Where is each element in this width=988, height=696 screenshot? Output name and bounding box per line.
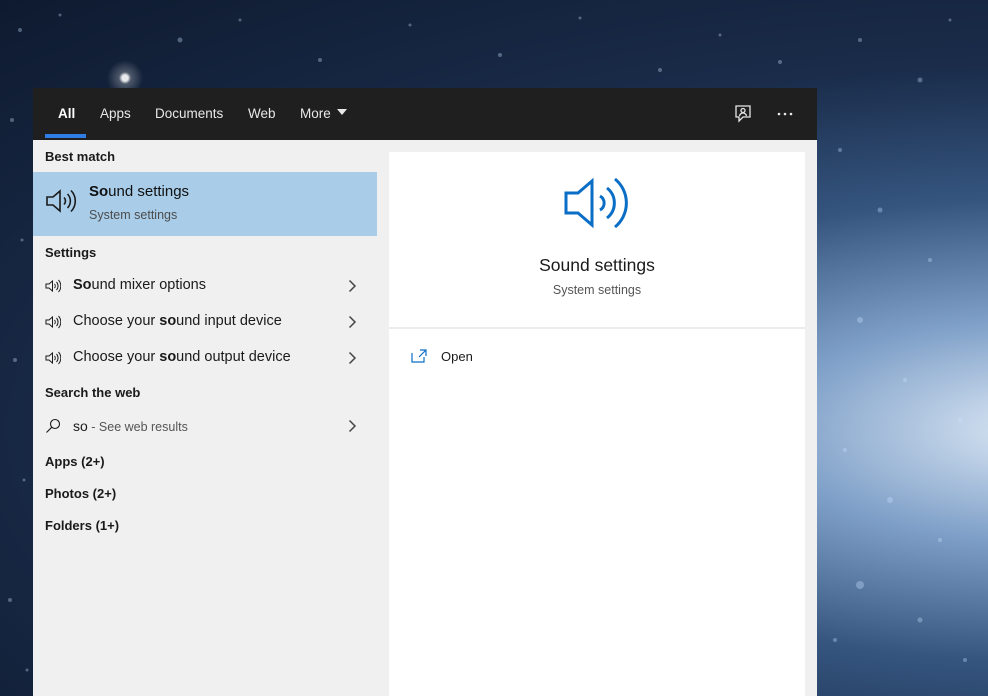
chevron-right-icon (345, 315, 359, 329)
tab-more[interactable]: More (300, 88, 347, 140)
speaker-icon (45, 350, 62, 366)
chevron-right-icon (345, 419, 359, 433)
open-button[interactable]: Open (411, 346, 531, 370)
speaker-icon (45, 185, 77, 217)
preview-pane: Sound settings System settings Open (389, 152, 805, 696)
preview-title: Sound settings (539, 255, 655, 275)
tab-all[interactable]: All (58, 88, 75, 140)
preview-subtitle: System settings (552, 283, 642, 297)
speaker-icon (45, 278, 62, 294)
tab-web[interactable]: Web (248, 88, 276, 140)
best-match-title: Sound settings (89, 183, 190, 200)
category-apps[interactable]: Apps (2+) (45, 454, 105, 469)
settings-item-label: Choose your sound input device (73, 313, 282, 329)
best-match-item[interactable]: Sound settings System settings (33, 172, 377, 236)
settings-item-label: Sound mixer options (73, 277, 206, 293)
results-panel: Best match Sound settings System setting… (33, 140, 377, 696)
chevron-right-icon (345, 279, 359, 293)
speaker-icon (45, 314, 62, 330)
chevron-down-icon (336, 109, 347, 116)
open-icon (411, 348, 428, 364)
active-tab-indicator (45, 134, 86, 138)
search-icon (45, 418, 61, 434)
tab-apps[interactable]: Apps (100, 88, 131, 140)
settings-header: Settings (45, 245, 97, 260)
web-search-item[interactable]: so - See web results (33, 408, 377, 444)
settings-item-sound-input[interactable]: Choose your sound input device (33, 304, 377, 340)
tab-documents[interactable]: Documents (155, 88, 223, 140)
settings-item-sound-mixer[interactable]: Sound mixer options (33, 268, 377, 304)
speaker-icon (563, 172, 633, 234)
search-tab-bar: All Apps Documents Web More (33, 88, 817, 140)
tab-more-label: More (300, 106, 331, 121)
search-window: All Apps Documents Web More Best match S… (33, 88, 817, 696)
open-label: Open (441, 349, 473, 364)
settings-item-sound-output[interactable]: Choose your sound output device (33, 340, 377, 376)
web-search-label: so - See web results (73, 418, 188, 434)
best-match-subtitle: System settings (89, 208, 178, 222)
divider (389, 327, 805, 329)
category-folders[interactable]: Folders (1+) (45, 518, 119, 533)
more-options-icon[interactable] (773, 102, 797, 126)
best-match-header: Best match (45, 149, 116, 164)
search-web-header: Search the web (45, 385, 141, 400)
category-photos[interactable]: Photos (2+) (45, 486, 116, 501)
settings-item-label: Choose your sound output device (73, 349, 291, 365)
feedback-icon[interactable] (731, 102, 755, 126)
chevron-right-icon (345, 351, 359, 365)
